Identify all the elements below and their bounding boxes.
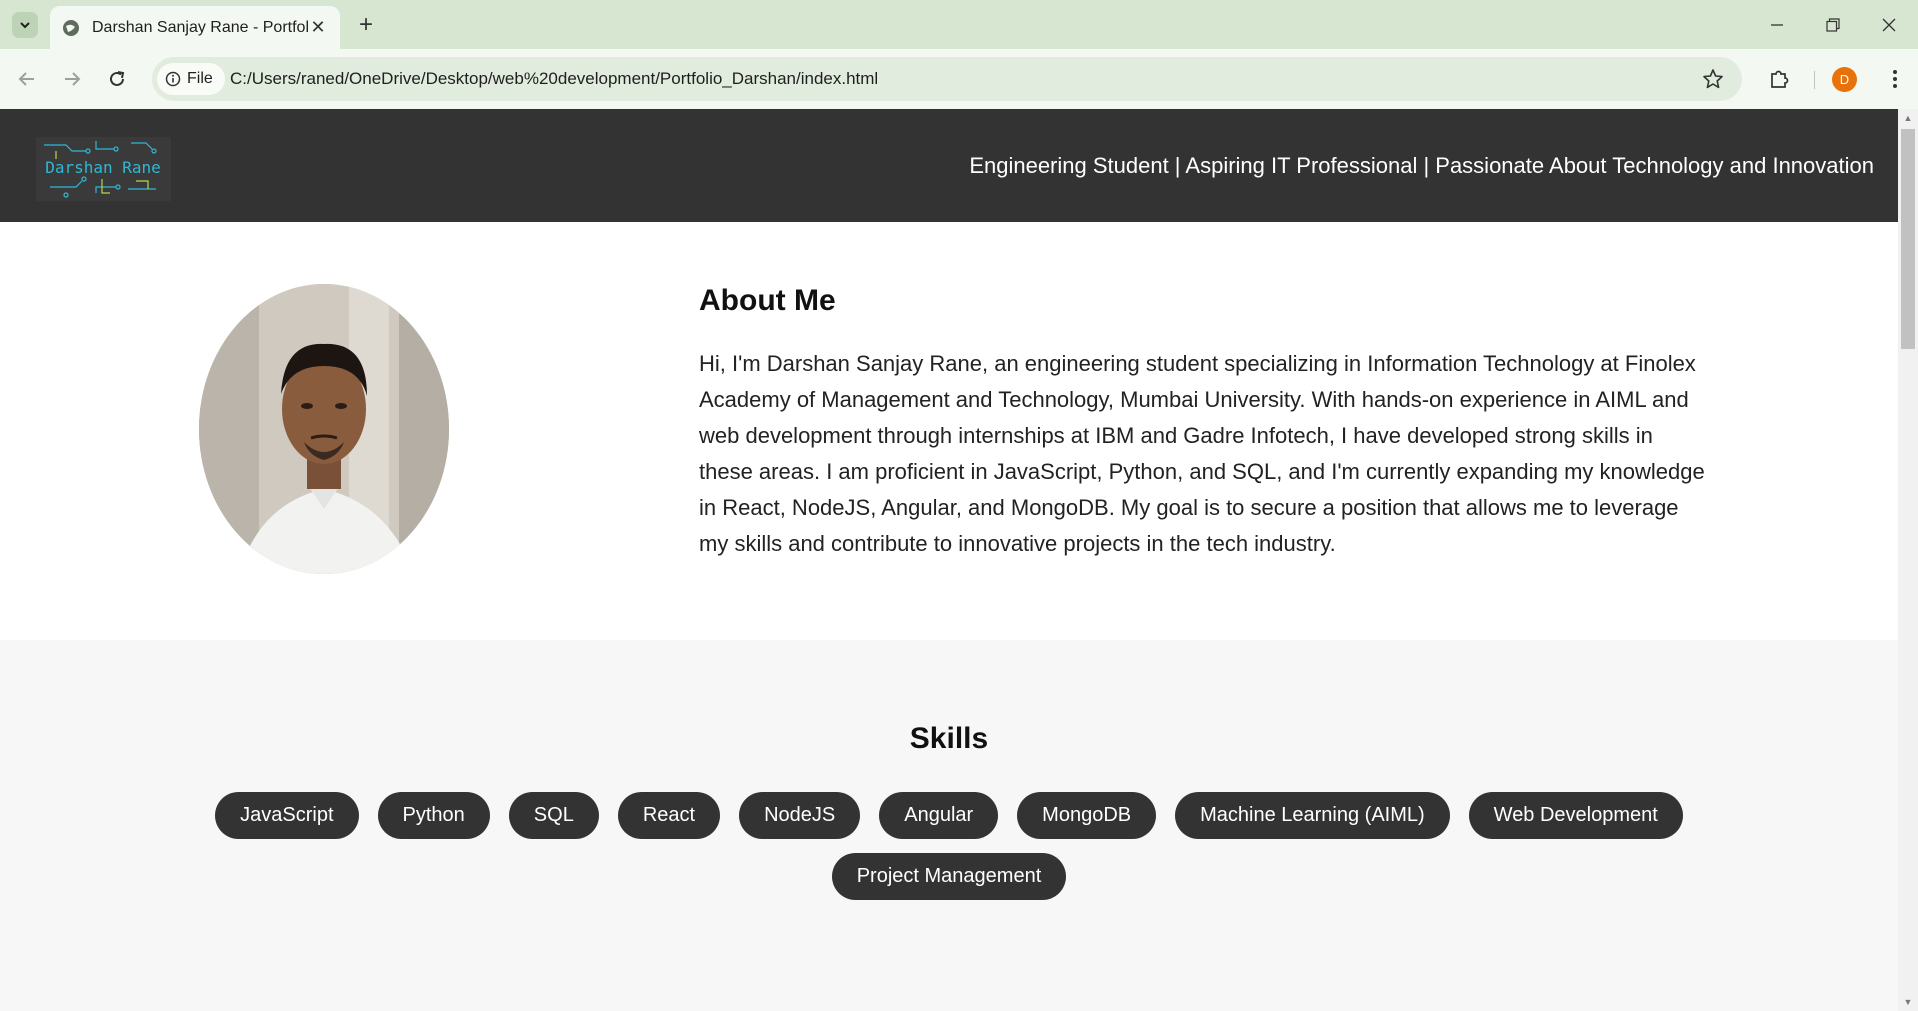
skill-pill: Project Management [831, 853, 1067, 900]
minimize-icon [1771, 24, 1783, 26]
page-scrollbar[interactable]: ▲ ▼ [1898, 109, 1918, 1011]
skill-pill: MongoDB [1017, 792, 1157, 839]
page-viewport: Darshan Rane Engineering Student | Aspir… [0, 109, 1898, 1011]
skill-pill: SQL [508, 792, 599, 839]
skill-pill: Machine Learning (AIML) [1175, 792, 1450, 839]
more-vertical-icon [1893, 70, 1897, 88]
reload-icon [110, 71, 125, 86]
new-tab-button[interactable]: + [352, 11, 380, 39]
forward-button[interactable] [55, 62, 89, 96]
tab-active[interactable]: Darshan Sanjay Rane - Portfolio ✕ [50, 6, 340, 49]
about-section: About Me Hi, I'm Darshan Sanjay Rane, an… [0, 222, 1898, 640]
svg-text:Darshan Rane: Darshan Rane [45, 158, 161, 177]
close-tab-icon[interactable]: ✕ [308, 17, 328, 38]
bookmark-star-icon[interactable] [1702, 68, 1724, 90]
browser-toolbar: File C:/Users/raned/OneDrive/Desktop/web… [0, 49, 1918, 109]
skill-pill: JavaScript [215, 792, 359, 839]
skill-pill: Angular [879, 792, 999, 839]
browser-menu-button[interactable] [1880, 62, 1910, 96]
profile-avatar[interactable]: D [1832, 67, 1857, 92]
site-chip-label: File [187, 70, 213, 87]
puzzle-icon [1771, 70, 1789, 88]
skills-title: Skills [909, 722, 989, 755]
toolbar-divider [1814, 71, 1815, 89]
site-header: Darshan Rane Engineering Student | Aspir… [0, 109, 1898, 222]
about-paragraph: Hi, I'm Darshan Sanjay Rane, an engineer… [699, 351, 1705, 556]
profile-photo [199, 284, 449, 574]
scroll-up-arrow-icon[interactable]: ▲ [1903, 113, 1913, 123]
site-info-chip[interactable]: File [157, 63, 225, 95]
chevron-down-icon [20, 22, 30, 29]
tab-search-button[interactable] [12, 12, 38, 38]
profile-portrait-image [199, 284, 449, 574]
skill-pill: React [617, 792, 721, 839]
info-icon [165, 71, 181, 87]
skills-section: Skills JavaScript Python SQL React NodeJ… [0, 640, 1898, 1011]
restore-button[interactable] [1816, 8, 1850, 42]
arrow-right-icon [65, 72, 81, 86]
minimize-button[interactable] [1760, 8, 1794, 42]
scroll-down-arrow-icon[interactable]: ▼ [1903, 997, 1913, 1007]
about-title: About Me [699, 284, 836, 317]
skill-pill: Python [377, 792, 490, 839]
address-bar[interactable]: File C:/Users/raned/OneDrive/Desktop/web… [152, 57, 1742, 101]
close-window-button[interactable] [1872, 8, 1906, 42]
restore-icon [1826, 18, 1840, 32]
reload-button[interactable] [100, 62, 134, 96]
tab-title: Darshan Sanjay Rane - Portfolio [92, 18, 308, 36]
skills-list: JavaScript Python SQL React NodeJS Angul… [210, 792, 1688, 900]
url-text[interactable]: C:/Users/raned/OneDrive/Desktop/web%20de… [230, 69, 878, 89]
scrollbar-thumb[interactable] [1901, 129, 1915, 349]
arrow-left-icon [18, 72, 34, 86]
globe-icon [63, 19, 79, 36]
tab-strip: Darshan Sanjay Rane - Portfolio ✕ + [0, 0, 1918, 49]
close-icon [1882, 18, 1896, 32]
extensions-button[interactable] [1762, 62, 1796, 96]
skill-pill: NodeJS [739, 792, 861, 839]
circuit-logo-icon: Darshan Rane [44, 141, 161, 198]
back-button[interactable] [10, 62, 44, 96]
header-tagline: Engineering Student | Aspiring IT Profes… [969, 153, 1874, 178]
site-logo[interactable]: Darshan Rane [36, 137, 171, 201]
skill-pill: Web Development [1468, 792, 1683, 839]
